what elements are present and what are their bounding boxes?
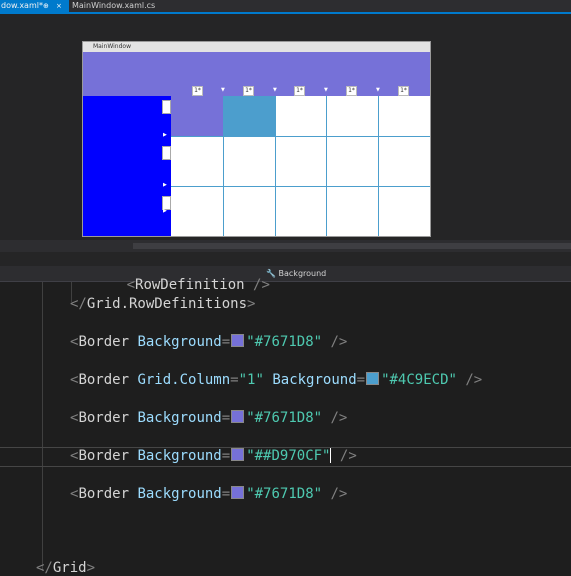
column-dropdown-icon[interactable]: ▼ xyxy=(273,87,277,93)
grid-column-line xyxy=(223,96,224,236)
column-size-marker[interactable]: 1* xyxy=(192,86,203,96)
window-titlebar: MainWindow xyxy=(83,42,430,52)
color-swatch[interactable] xyxy=(231,486,245,499)
document-tab-strip: dow.xaml* ⊕ × MainWindow.xaml.cs xyxy=(0,0,571,12)
scrollbar-thumb[interactable] xyxy=(133,243,571,249)
column-dropdown-icon[interactable]: ▼ xyxy=(376,87,380,93)
row-dropdown-icon[interactable]: ▶ xyxy=(163,132,167,138)
designer-code-splitter[interactable] xyxy=(0,252,571,267)
tab-mainwindow-xaml-cs[interactable]: MainWindow.xaml.cs xyxy=(72,0,155,12)
border-column0-blue[interactable] xyxy=(83,96,171,236)
pin-icon[interactable]: ⊕ xyxy=(43,0,49,12)
border-column1-teal[interactable] xyxy=(223,96,275,136)
column-size-marker[interactable]: 1* xyxy=(346,86,357,96)
tab-label: MainWindow.xaml.cs xyxy=(72,1,156,10)
code-line-current[interactable]: <Border Background= "##D970CF" /> xyxy=(70,448,357,464)
window-title: MainWindow xyxy=(93,43,131,50)
code-line: </Grid> xyxy=(36,560,96,576)
code-line: <Border Grid.Column="1" Background= "#4C9… xyxy=(70,372,483,388)
indent-guide xyxy=(42,282,43,571)
code-line: </Grid.RowDefinitions> xyxy=(70,296,256,312)
selected-cell[interactable] xyxy=(171,96,223,136)
column-size-marker[interactable]: 1* xyxy=(398,86,409,96)
row-dropdown-icon[interactable]: ▶ xyxy=(163,208,167,214)
column-size-marker[interactable]: 1* xyxy=(243,86,254,96)
code-line: <Border Background= "#7671D8" /> xyxy=(70,410,348,426)
xaml-code-editor[interactable]: <RowDefinition /> </Grid.RowDefinitions>… xyxy=(0,277,571,576)
grid-column-line xyxy=(275,96,276,236)
code-line: <Border Background= "#7671D8" /> xyxy=(70,334,348,350)
column-size-marker[interactable]: 1* xyxy=(294,86,305,96)
row-dropdown-icon[interactable]: ▶ xyxy=(163,182,167,188)
color-swatch[interactable] xyxy=(366,372,380,385)
code-line: <RowDefinition /> xyxy=(126,277,270,293)
breadcrumb-item[interactable]: 🔧 Background xyxy=(266,266,326,281)
grid-column-line xyxy=(326,96,327,236)
row-size-marker[interactable] xyxy=(162,100,171,114)
grid-row-line xyxy=(171,186,430,187)
color-swatch[interactable] xyxy=(231,410,245,423)
grid-row-line xyxy=(171,136,430,137)
column-dropdown-icon[interactable]: ▼ xyxy=(221,87,225,93)
xaml-designer[interactable]: MainWindow 1* 1* 1* 1* 1* ▼ ▼ ▼ ▼ ▶ ▶ ▶ xyxy=(0,14,571,240)
designer-window-preview[interactable]: MainWindow 1* 1* 1* 1* 1* ▼ ▼ ▼ ▼ ▶ ▶ ▶ xyxy=(82,41,431,237)
column-dropdown-icon[interactable]: ▼ xyxy=(324,87,328,93)
close-icon[interactable]: × xyxy=(56,0,62,12)
color-swatch[interactable] xyxy=(231,448,245,461)
code-line: <Border Background= "#7671D8" /> xyxy=(70,486,348,502)
grid-column-line xyxy=(378,96,379,236)
color-swatch[interactable] xyxy=(231,334,245,347)
tab-mainwindow-xaml[interactable]: dow.xaml* ⊕ × xyxy=(0,0,69,12)
tab-label: dow.xaml* xyxy=(1,1,43,10)
designer-horizontal-scrollbar[interactable] xyxy=(0,240,571,252)
row-size-marker[interactable] xyxy=(162,146,171,160)
